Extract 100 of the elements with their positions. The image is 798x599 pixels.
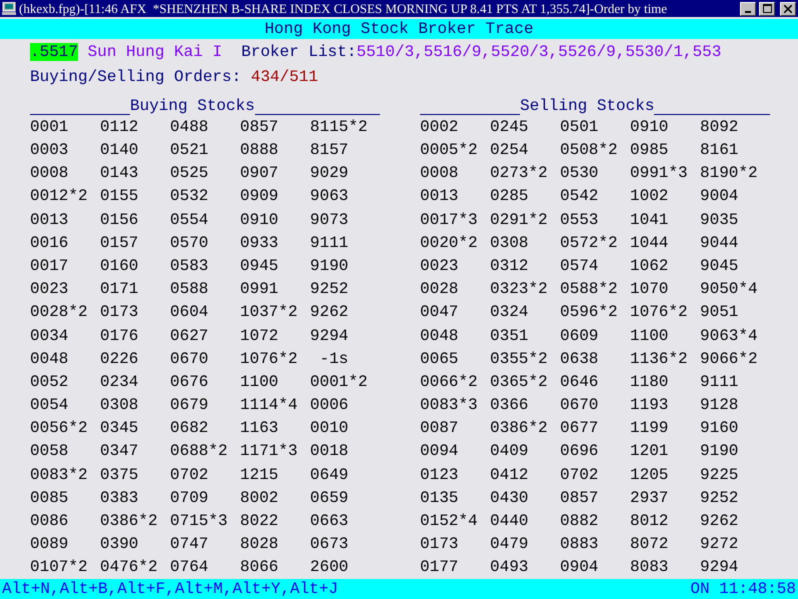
stock-code: 0682: [170, 419, 210, 438]
stock-code: 0933: [240, 234, 280, 252]
shortcut-keys: Alt+N,Alt+B,Alt+F,Alt+M,Alt+Y,Alt+J: [2, 580, 338, 598]
stock-code: 0883: [560, 535, 600, 554]
stock-code: 9252: [700, 488, 740, 507]
stock-code: 0909: [240, 187, 280, 206]
broker-list: 5510/3,5516/9,5520/3,5526/9,5530/1,553: [356, 42, 722, 61]
stock-code: 0160: [100, 256, 140, 275]
stock-code: 0904: [560, 558, 600, 576]
stock-code: 0054: [30, 396, 70, 414]
close-button[interactable]: [780, 2, 796, 16]
stock-code: 9262: [700, 512, 740, 530]
stock-code: 0386*2: [100, 512, 159, 530]
stock-code: 9111: [310, 234, 350, 252]
stock-code: 0910: [630, 118, 670, 136]
stock-code: 0052: [30, 372, 70, 391]
stock-code: 0764: [170, 558, 210, 576]
stock-code: 0627: [170, 326, 210, 345]
stock-code: 1193: [630, 396, 670, 414]
stock-code: 9272: [700, 535, 740, 554]
broker-list-label: Broker List:: [241, 42, 356, 61]
stock-code: 1100: [630, 326, 670, 345]
stock-code: 0857: [560, 488, 600, 507]
stock-code: 0010: [310, 419, 350, 438]
minimize-icon: [745, 10, 751, 13]
stock-code: 9004: [700, 187, 740, 206]
stock-code: 1171*3: [240, 442, 299, 460]
stock-code: 0676: [170, 372, 210, 391]
stock-code: 0023: [420, 256, 460, 275]
stock-code: 0107*2: [30, 558, 89, 576]
stock-code: 0347: [100, 442, 140, 460]
broker-name: Sun Hung Kai I: [88, 42, 222, 61]
stock-code: 0254: [490, 141, 530, 160]
stock-code: 0649: [310, 466, 350, 484]
minimize-button[interactable]: [740, 2, 756, 16]
stock-code: 1163: [240, 419, 280, 438]
stock-code: 0430: [490, 488, 530, 507]
stock-code: 0013: [420, 187, 460, 206]
maximize-button[interactable]: [759, 2, 775, 16]
stock-code: 0308: [100, 396, 140, 414]
stock-code: 0123: [420, 466, 460, 484]
stock-code: 0588: [170, 280, 210, 298]
stock-code: 0696: [560, 442, 600, 460]
stock-code: 0083*2: [30, 466, 89, 484]
stock-code: 8002: [240, 488, 280, 507]
stock-code: 8092: [700, 118, 740, 136]
stock-code: 0991*3: [630, 164, 689, 182]
stock-code: 0715*3: [170, 512, 229, 530]
stock-code: 0005*2: [420, 141, 479, 160]
stock-code: 1180: [630, 372, 670, 391]
stock-code: 0709: [170, 488, 210, 507]
stock-code: 0688*2: [170, 442, 229, 460]
stock-code: 9294: [310, 326, 350, 345]
stock-code: 0047: [420, 303, 460, 322]
stock-code: 0588*2: [560, 280, 619, 298]
stock-code: 0570: [170, 234, 210, 252]
stock-code: 0351: [490, 326, 530, 345]
stock-code: 0066*2: [420, 372, 479, 391]
stock-code: 0017: [30, 256, 70, 275]
stock-code: 0596*2: [560, 303, 619, 322]
stock-code: 0365*2: [490, 372, 549, 391]
stock-code: 0493: [490, 558, 530, 576]
stock-code: 0440: [490, 512, 530, 530]
stock-code: 0008: [30, 164, 70, 182]
stock-code: 9225: [700, 466, 740, 484]
stock-code: 9044: [700, 234, 740, 252]
stock-code: 0907: [240, 164, 280, 182]
stock-code: 9073: [310, 210, 350, 229]
stock-code: 0152*4: [420, 512, 479, 530]
stock-code: 0089: [30, 535, 70, 554]
stock-code: 2937: [630, 488, 670, 507]
stock-code: 0008: [420, 164, 460, 182]
stock-code: 0273*2: [490, 164, 549, 182]
stock-code: 8083: [630, 558, 670, 576]
stock-code: 0985: [630, 141, 670, 160]
stock-code: 8072: [630, 535, 670, 554]
computer-icon: [2, 2, 16, 16]
stock-code: 1100: [240, 372, 280, 391]
stock-code: 0324: [490, 303, 530, 322]
stock-code: 0058: [30, 442, 70, 460]
orders-label: Buying/Selling Orders:: [30, 68, 242, 86]
stock-code: 0023: [30, 280, 70, 298]
stock-code: 0659: [310, 488, 350, 507]
stock-code: 9160: [700, 419, 740, 438]
stock-code: 0285: [490, 187, 530, 206]
stock-code: 0574: [560, 256, 600, 275]
stock-code: 1070: [630, 280, 670, 298]
stock-code: 0002: [420, 118, 460, 136]
screen-title: Hong Kong Stock Broker Trace: [264, 20, 534, 38]
stock-code: 8115*2: [310, 118, 369, 136]
stock-code: 0323*2: [490, 280, 549, 298]
stock-code: 0857: [240, 118, 280, 136]
stock-code: 0521: [170, 141, 210, 160]
stock-code: 0226: [100, 350, 140, 368]
stock-code: 9190: [310, 256, 350, 275]
stock-code: 1041: [630, 210, 670, 229]
stock-code: 9045: [700, 256, 740, 275]
stock-code: 0028: [420, 280, 460, 298]
stock-code: 1076*2: [240, 350, 299, 368]
stock-code: 0012*2: [30, 187, 89, 206]
